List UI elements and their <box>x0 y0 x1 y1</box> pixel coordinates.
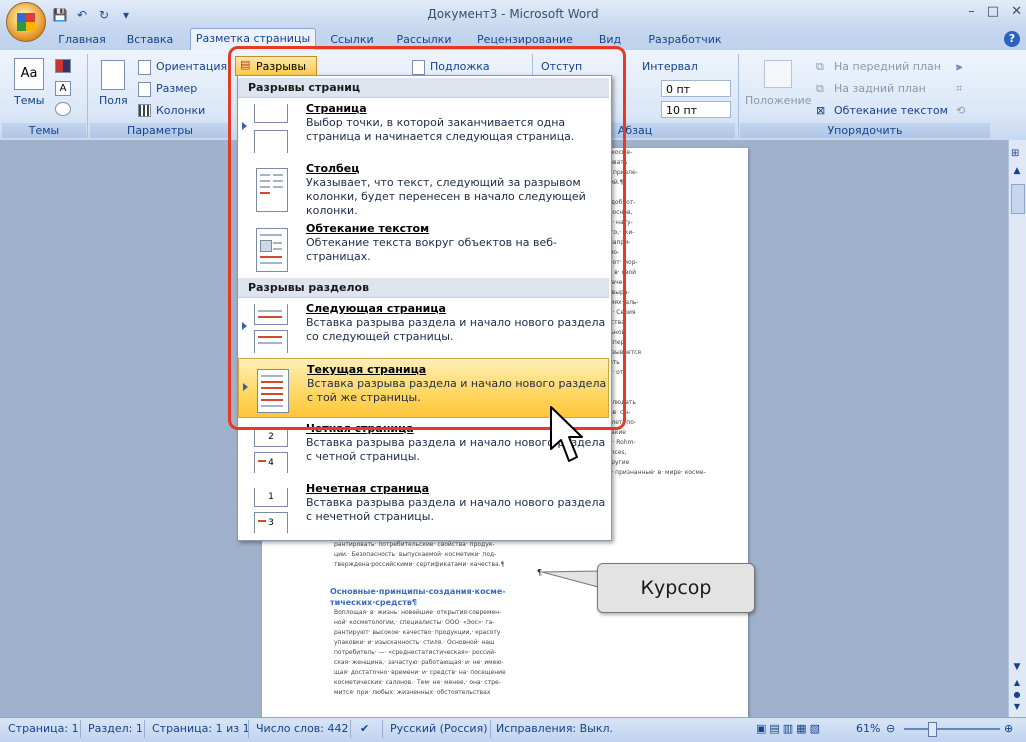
mouse-pointer-icon <box>550 406 583 462</box>
tab-insert[interactable]: Вставка <box>118 30 182 50</box>
status-page[interactable]: Страница: 1 <box>8 722 79 735</box>
ribbon-separator <box>87 54 88 138</box>
office-logo-icon <box>17 13 35 31</box>
orientation-icon <box>138 60 151 75</box>
document-text-line: Воплощая· в· жизнь· новейшие· открытия·с… <box>334 609 502 616</box>
tab-developer[interactable]: Разработчик <box>640 30 730 50</box>
next-page-icon[interactable]: ▼ <box>1011 702 1023 712</box>
margins-icon[interactable] <box>101 60 125 90</box>
close-button[interactable]: ✕ <box>1011 4 1022 19</box>
scroll-thumb[interactable] <box>1011 184 1025 214</box>
status-track-changes[interactable]: Исправления: Выкл. <box>496 722 613 735</box>
document-text-line: ции.· Безопасность· выпускаемой· космети… <box>334 551 497 558</box>
minimize-button[interactable]: – <box>968 4 975 19</box>
document-text-line: щая· достаточно· времени· и· средств· на… <box>334 669 506 676</box>
document-heading: Основные·принципы·создания·косме-тически… <box>330 587 506 607</box>
even-page-section-icon: 2 4 <box>250 424 290 473</box>
group-icon[interactable]: ⌗ <box>956 82 962 96</box>
arrange-group-label: Упорядочить <box>740 123 990 138</box>
prev-page-icon[interactable]: ▲ <box>1011 678 1023 688</box>
zoom-in-icon[interactable]: ⊕ <box>1004 722 1013 735</box>
themes-group-label: Темы <box>2 123 86 138</box>
window-title: Документ3 - Microsoft Word <box>427 7 599 21</box>
document-text-line: рантируют· высокое· качество· продукции,… <box>334 629 501 636</box>
office-button[interactable] <box>6 2 46 42</box>
ruler-toggle-icon[interactable]: ⊞ <box>1011 148 1023 160</box>
spacing-label: Интервал <box>642 60 698 73</box>
scroll-up-icon[interactable]: ▲ <box>1011 166 1023 180</box>
page-setup-group-label: Параметры <box>90 123 230 138</box>
columns-icon <box>138 104 151 117</box>
scroll-down-icon[interactable]: ▼ <box>1011 662 1023 676</box>
status-separator <box>490 720 491 738</box>
status-section[interactable]: Раздел: 1 <box>88 722 143 735</box>
wrap-text-icon: ⊠ <box>816 104 826 117</box>
rotate-icon[interactable]: ⟲ <box>956 104 965 117</box>
document-text-line: потребитель· —· «среднестатистическая»· … <box>334 649 497 656</box>
columns-button[interactable]: Колонки <box>156 104 205 117</box>
send-back-icon: ⧉ <box>816 82 824 95</box>
themes-icon[interactable]: Aa <box>14 58 44 90</box>
orientation-button[interactable]: Ориентация <box>156 60 227 73</box>
spacing-before-input[interactable]: 0 пт <box>661 80 731 97</box>
view-buttons-icon[interactable]: ▣▤▥▦▧ <box>756 722 823 735</box>
margins-button-label[interactable]: Поля <box>99 94 128 107</box>
themes-button-label[interactable]: Темы <box>14 94 44 107</box>
status-zoom[interactable]: 61% <box>856 722 880 735</box>
document-text-line: ская· женщина,· зачастую· работающая· и·… <box>334 659 504 666</box>
size-icon <box>138 82 151 97</box>
bring-front-icon: ⧉ <box>816 60 824 73</box>
status-pages[interactable]: Страница: 1 из 1 <box>152 722 250 735</box>
odd-page-section-icon: 1 3 <box>250 484 290 533</box>
status-language[interactable]: Русский (Россия) <box>390 722 488 735</box>
document-text-line: косметических· салонов.· Тем· не· менее,… <box>334 679 501 686</box>
status-separator <box>350 720 351 738</box>
browse-object-icon[interactable]: ● <box>1011 690 1023 700</box>
status-separator <box>248 720 249 738</box>
maximize-button[interactable]: □ <box>987 4 999 19</box>
document-left-paragraph: Воплощая· в· жизнь· новейшие· открытия·с… <box>334 608 506 698</box>
document-text-line: ной· косметологии,· специалисты· ООО· «Э… <box>334 619 495 626</box>
status-separator <box>144 720 145 738</box>
tab-home[interactable]: Главная <box>50 30 114 50</box>
bring-front-button[interactable]: На передний план <box>834 60 941 73</box>
proofing-icon[interactable]: ✔ <box>360 722 369 735</box>
status-words[interactable]: Число слов: 442 <box>256 722 349 735</box>
wrap-text-button[interactable]: Обтекание текстом <box>834 104 948 117</box>
align-icon[interactable]: ⫸ <box>956 60 962 74</box>
zoom-slider-thumb[interactable] <box>928 722 937 737</box>
zoom-out-icon[interactable]: ⊖ <box>886 722 895 735</box>
help-icon[interactable]: ? <box>1004 31 1020 47</box>
theme-fonts-icon[interactable]: A <box>55 81 71 96</box>
menu-item-odd-page[interactable]: 1 3 Нечетная страница Вставка разрыва ра… <box>238 478 609 538</box>
send-back-button[interactable]: На задний план <box>834 82 926 95</box>
window-controls: – □ ✕ <box>968 4 1022 19</box>
ribbon-separator <box>738 54 739 138</box>
cursor-callout: Курсор <box>597 563 755 613</box>
highlight-frame <box>228 46 626 430</box>
document-left-column: рантировать· потребительские· свойства· … <box>334 540 504 570</box>
vertical-scrollbar[interactable]: ⊞ ▲ ▼ ▲ ● ▼ <box>1008 140 1026 717</box>
position-button-label[interactable]: Положение <box>745 94 812 107</box>
document-text-line: упаковки· и· изысканность· стиля.· Основ… <box>334 639 495 646</box>
theme-effects-icon[interactable] <box>55 102 71 116</box>
document-text-line: рантировать· потребительские· свойства· … <box>334 541 495 548</box>
size-button[interactable]: Размер <box>156 82 197 95</box>
theme-colors-icon[interactable] <box>55 59 71 73</box>
zoom-slider[interactable] <box>904 728 1000 730</box>
status-separator <box>382 720 383 738</box>
document-text-line: мится· при· любых· жизненных· обстоятель… <box>334 689 491 696</box>
position-icon[interactable] <box>764 60 792 88</box>
status-separator <box>80 720 81 738</box>
document-text-line: тверждена·российскими· сертификатами· ка… <box>334 561 505 568</box>
spacing-after-input[interactable]: 10 пт <box>661 101 731 118</box>
